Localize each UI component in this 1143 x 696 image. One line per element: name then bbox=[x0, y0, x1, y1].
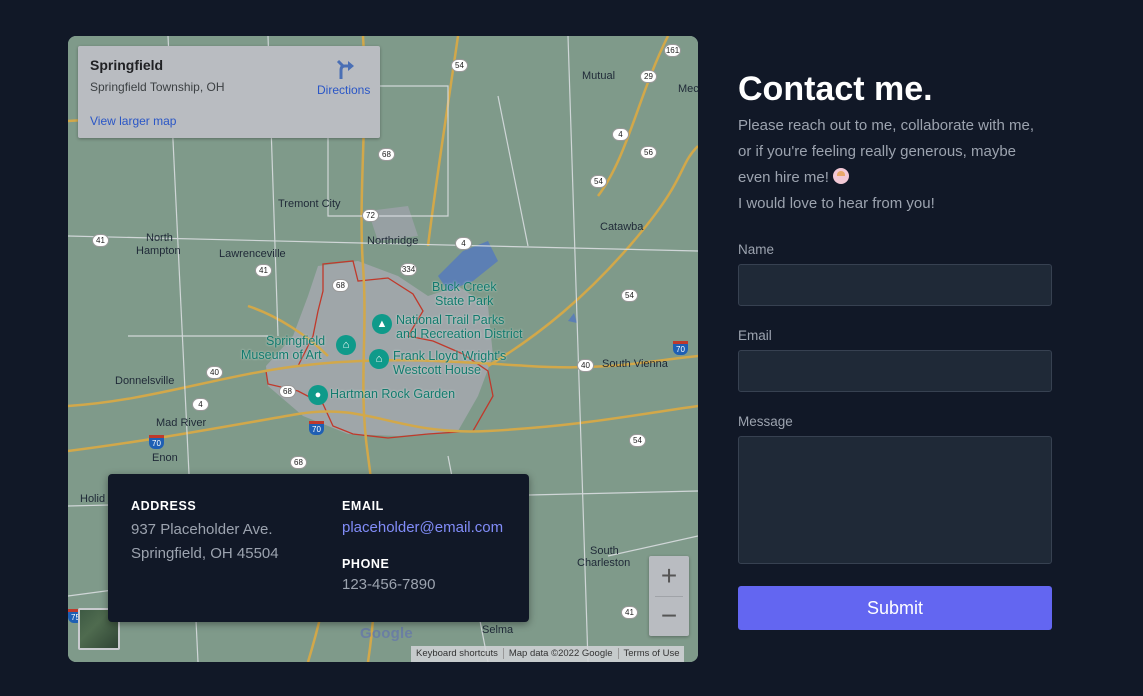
route-shield: 334 bbox=[400, 263, 417, 276]
route-shield: 56 bbox=[640, 146, 657, 159]
directions-link[interactable]: Directions bbox=[317, 83, 370, 97]
town-label: Mec bbox=[678, 83, 698, 95]
route-shield: 4 bbox=[192, 398, 209, 411]
route-shield: 41 bbox=[92, 234, 109, 247]
intro-line: even hire me! bbox=[738, 169, 829, 186]
view-larger-map-link[interactable]: View larger map bbox=[90, 114, 176, 128]
route-shield: 4 bbox=[612, 128, 629, 141]
intro-text: Please reach out to me, collaborate with… bbox=[738, 113, 1068, 217]
interstate-shield: 70 bbox=[309, 421, 324, 435]
park-pin-icon[interactable]: ▲ bbox=[372, 314, 392, 334]
shrug-emoji-icon bbox=[833, 168, 850, 184]
town-label: Charleston bbox=[577, 557, 631, 569]
route-shield: 54 bbox=[451, 59, 468, 72]
museum-pin-icon[interactable]: ⌂ bbox=[336, 335, 356, 355]
email-field[interactable] bbox=[738, 350, 1052, 392]
address-heading: ADDRESS bbox=[131, 499, 197, 513]
intro-line: Please reach out to me, collaborate with… bbox=[738, 117, 1034, 134]
terms-link[interactable]: Terms of Use bbox=[617, 648, 685, 659]
place-info-card: Springfield Springfield Township, OH Vie… bbox=[78, 46, 380, 138]
route-shield: 41 bbox=[621, 606, 638, 619]
town-label: Catawba bbox=[600, 221, 644, 233]
directions-icon[interactable] bbox=[334, 58, 356, 80]
email-link[interactable]: placeholder@email.com bbox=[342, 519, 503, 536]
route-shield: 68 bbox=[378, 148, 395, 161]
address-line-2: Springfield, OH 45504 bbox=[131, 545, 279, 562]
name-label: Name bbox=[738, 242, 775, 257]
poi-label[interactable]: State Park bbox=[435, 294, 493, 308]
zoom-control: + − bbox=[649, 556, 689, 636]
route-shield: 68 bbox=[290, 456, 307, 469]
route-shield: 29 bbox=[640, 70, 657, 83]
route-shield: 68 bbox=[332, 279, 349, 292]
town-label: North bbox=[146, 232, 173, 244]
map-data-text: Map data ©2022 Google bbox=[502, 648, 618, 659]
town-label: Hampton bbox=[136, 245, 181, 257]
message-field[interactable] bbox=[738, 436, 1052, 564]
route-shield: 54 bbox=[621, 289, 638, 302]
route-shield: 161 bbox=[664, 44, 681, 57]
name-field[interactable] bbox=[738, 264, 1052, 306]
museum-pin-icon[interactable]: ⌂ bbox=[369, 349, 389, 369]
poi-label[interactable]: Springfield bbox=[266, 334, 325, 348]
poi-label[interactable]: Museum of Art bbox=[241, 348, 322, 362]
town-label: South bbox=[590, 545, 619, 557]
town-label: Lawrenceville bbox=[219, 248, 286, 260]
route-shield: 40 bbox=[577, 359, 594, 372]
route-shield: 54 bbox=[629, 434, 646, 447]
keyboard-shortcuts-link[interactable]: Keyboard shortcuts bbox=[411, 648, 503, 659]
interstate-shield: 70 bbox=[673, 341, 688, 355]
zoom-divider bbox=[655, 596, 683, 597]
route-shield: 41 bbox=[255, 264, 272, 277]
zoom-in-button[interactable]: + bbox=[649, 556, 689, 596]
town-label: Tremont City bbox=[278, 198, 341, 210]
email-heading: EMAIL bbox=[342, 499, 384, 513]
phone-heading: PHONE bbox=[342, 557, 390, 571]
town-label: Holid bbox=[80, 493, 106, 505]
zoom-out-button[interactable]: − bbox=[649, 596, 689, 636]
place-subtitle: Springfield Township, OH bbox=[90, 80, 225, 94]
camera-pin-icon[interactable]: ● bbox=[308, 385, 328, 405]
address-line-1: 937 Placeholder Ave. bbox=[131, 521, 273, 538]
route-shield: 68 bbox=[279, 385, 296, 398]
intro-line-with-emoji: even hire me! bbox=[738, 165, 1068, 191]
route-shield: 72 bbox=[362, 209, 379, 222]
route-shield: 4 bbox=[455, 237, 472, 250]
town-label: Enon bbox=[152, 452, 178, 464]
town-label: Northridge bbox=[367, 235, 419, 247]
poi-label[interactable]: Frank Lloyd Wright's bbox=[393, 349, 506, 363]
email-label: Email bbox=[738, 328, 772, 343]
poi-label[interactable]: National Trail Parks bbox=[396, 313, 504, 327]
poi-label[interactable]: Hartman Rock Garden bbox=[330, 387, 455, 401]
town-label: Mutual bbox=[582, 70, 616, 82]
town-label: Donnelsville bbox=[115, 375, 175, 387]
map-attribution: Keyboard shortcuts Map data ©2022 Google T… bbox=[411, 646, 685, 662]
town-label: Mad River bbox=[156, 417, 207, 429]
google-logo: Google bbox=[360, 625, 413, 642]
poi-label[interactable]: Westcott House bbox=[393, 363, 481, 377]
message-label: Message bbox=[738, 414, 793, 429]
poi-label[interactable]: Buck Creek bbox=[432, 280, 497, 294]
place-title: Springfield bbox=[90, 57, 164, 73]
interstate-shield: 70 bbox=[149, 435, 164, 449]
route-shield: 40 bbox=[206, 366, 223, 379]
phone-number: 123-456-7890 bbox=[342, 576, 436, 593]
contact-details-card: ADDRESS 937 Placeholder Ave. Springfield… bbox=[108, 474, 529, 622]
route-shield: 54 bbox=[590, 175, 607, 188]
page-title: Contact me. bbox=[738, 70, 933, 108]
intro-line: or if you're feeling really generous, ma… bbox=[738, 143, 1017, 160]
town-label: Selma bbox=[482, 624, 514, 636]
poi-label[interactable]: and Recreation District bbox=[396, 327, 522, 341]
submit-button[interactable]: Submit bbox=[738, 586, 1052, 630]
town-label: South Vienna bbox=[602, 358, 668, 370]
intro-line: I would love to hear from you! bbox=[738, 195, 935, 212]
